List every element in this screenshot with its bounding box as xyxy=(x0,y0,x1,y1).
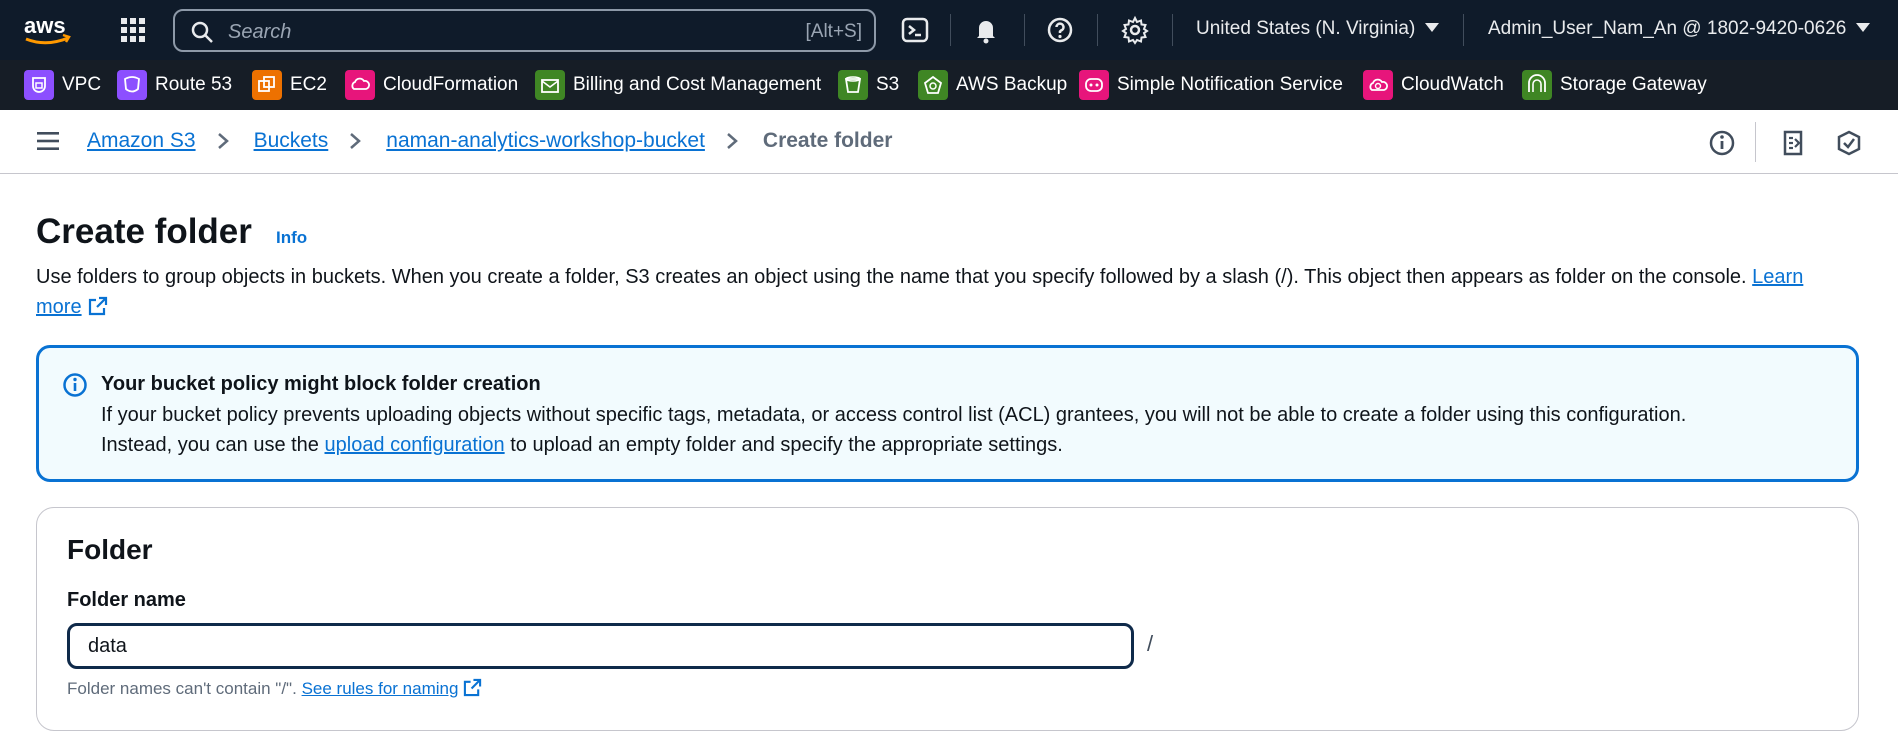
ec2-icon xyxy=(252,70,282,100)
favorite-s3[interactable]: S3 xyxy=(838,70,899,100)
services-grid-icon[interactable] xyxy=(120,17,146,43)
breadcrumb-current: Create folder xyxy=(762,129,893,152)
favorite-label: Route 53 xyxy=(155,74,233,95)
naming-rules-link[interactable]: See rules for naming xyxy=(302,679,459,698)
help-icon[interactable] xyxy=(1045,15,1075,45)
divider xyxy=(1097,14,1098,46)
alert-text: to upload an empty folder and specify th… xyxy=(510,434,1063,456)
favorite-cloudformation[interactable]: CloudFormation xyxy=(345,70,518,100)
sns-icon xyxy=(1079,70,1109,100)
favorite-route-53[interactable]: Route 53 xyxy=(117,70,232,100)
info-panel-icon[interactable] xyxy=(1708,129,1736,157)
notes-panel-icon[interactable] xyxy=(1779,129,1807,157)
bell-icon[interactable] xyxy=(971,15,1001,45)
alert-body: If your bucket policy prevents uploading… xyxy=(101,400,1721,460)
aws-logo[interactable]: aws xyxy=(22,13,74,47)
favorite-label: EC2 xyxy=(290,74,327,95)
favorite-vpc[interactable]: VPC xyxy=(24,70,101,100)
favorite-cloudwatch[interactable]: CloudWatch xyxy=(1363,70,1504,100)
account-label: Admin_User_Nam_An @ 1802-9420-0626 xyxy=(1488,18,1847,39)
chevron-right-icon xyxy=(217,133,229,149)
external-link-icon xyxy=(464,678,482,697)
favorite-label: AWS Backup xyxy=(956,74,1068,95)
info-circle-icon xyxy=(63,373,87,397)
divider xyxy=(950,14,951,46)
search-shortcut: [Alt+S] xyxy=(805,21,863,42)
region-label: United States (N. Virginia) xyxy=(1196,18,1416,39)
route-53-icon xyxy=(117,70,147,100)
external-link-icon xyxy=(88,296,107,316)
region-selector[interactable]: United States (N. Virginia) xyxy=(1196,18,1440,40)
page-description: Use folders to group objects in buckets.… xyxy=(36,262,1826,322)
divider xyxy=(1024,14,1025,46)
info-link[interactable]: Info xyxy=(276,228,307,248)
s3-icon xyxy=(838,70,868,100)
favorite-label: VPC xyxy=(62,74,102,95)
cloudformation-icon xyxy=(345,70,375,100)
folder-panel: Folder Folder name / Folder names can't … xyxy=(36,507,1859,731)
policy-warning-alert: Your bucket policy might block folder cr… xyxy=(36,345,1859,482)
top-navigation: aws Search [Alt+S] United States (N. Vir… xyxy=(0,0,1898,60)
upload-configuration-link[interactable]: upload configuration xyxy=(325,434,505,456)
aws-backup-icon xyxy=(918,70,948,100)
search-icon xyxy=(191,21,213,43)
svg-text:aws: aws xyxy=(24,13,66,38)
chevron-right-icon xyxy=(350,133,362,149)
search-placeholder: Search xyxy=(228,21,292,43)
favorite-aws-backup[interactable]: AWS Backup xyxy=(918,70,1067,100)
page-title: Create folder xyxy=(36,212,252,251)
billing-icon xyxy=(535,70,565,100)
menu-icon[interactable] xyxy=(36,130,60,152)
folder-name-label: Folder name xyxy=(67,589,186,611)
favorite-billing[interactable]: Billing and Cost Management xyxy=(535,70,821,100)
alert-title: Your bucket policy might block folder cr… xyxy=(101,373,541,395)
hint-text: Folder names can't contain "/". xyxy=(67,679,297,698)
search-input[interactable]: Search [Alt+S] xyxy=(173,9,876,52)
favorites-bar: VPC Route 53 EC2 CloudFormation Billing … xyxy=(0,60,1898,110)
account-menu[interactable]: Admin_User_Nam_An @ 1802-9420-0626 xyxy=(1488,18,1871,40)
breadcrumb-amazon-s3[interactable]: Amazon S3 xyxy=(87,129,196,153)
folder-name-input[interactable] xyxy=(67,623,1134,669)
caret-down-icon xyxy=(1856,23,1871,32)
vpc-icon xyxy=(24,70,54,100)
settings-icon[interactable] xyxy=(1120,15,1150,45)
favorite-label: S3 xyxy=(876,74,900,95)
cloudshell-icon[interactable] xyxy=(900,15,930,45)
breadcrumb: Amazon S3 Buckets naman-analytics-worksh… xyxy=(87,129,892,153)
security-hub-icon[interactable] xyxy=(1835,129,1863,157)
favorite-sns[interactable]: Simple Notification Service xyxy=(1079,70,1343,100)
caret-down-icon xyxy=(1425,23,1440,32)
storage-gateway-icon xyxy=(1522,70,1552,100)
divider xyxy=(1755,122,1756,162)
favorite-label: CloudFormation xyxy=(383,74,519,95)
favorite-ec2[interactable]: EC2 xyxy=(252,70,327,100)
divider xyxy=(1172,14,1173,46)
divider xyxy=(1463,14,1464,46)
favorite-label: Billing and Cost Management xyxy=(573,74,822,95)
favorite-storage-gateway[interactable]: Storage Gateway xyxy=(1522,70,1707,100)
favorite-label: Storage Gateway xyxy=(1560,74,1707,95)
chevron-right-icon xyxy=(727,133,738,149)
favorite-label: Simple Notification Service xyxy=(1117,74,1343,95)
description-text: Use folders to group objects in buckets.… xyxy=(36,266,1747,288)
cloudwatch-icon xyxy=(1363,70,1393,100)
panel-title: Folder xyxy=(67,534,153,565)
favorite-label: CloudWatch xyxy=(1401,74,1504,95)
folder-name-hint: Folder names can't contain "/". See rule… xyxy=(67,678,482,699)
breadcrumb-bucket[interactable]: naman-analytics-workshop-bucket xyxy=(386,129,705,153)
breadcrumb-bar: Amazon S3 Buckets naman-analytics-worksh… xyxy=(0,110,1898,174)
folder-suffix: / xyxy=(1147,631,1154,656)
breadcrumb-buckets[interactable]: Buckets xyxy=(254,129,329,153)
